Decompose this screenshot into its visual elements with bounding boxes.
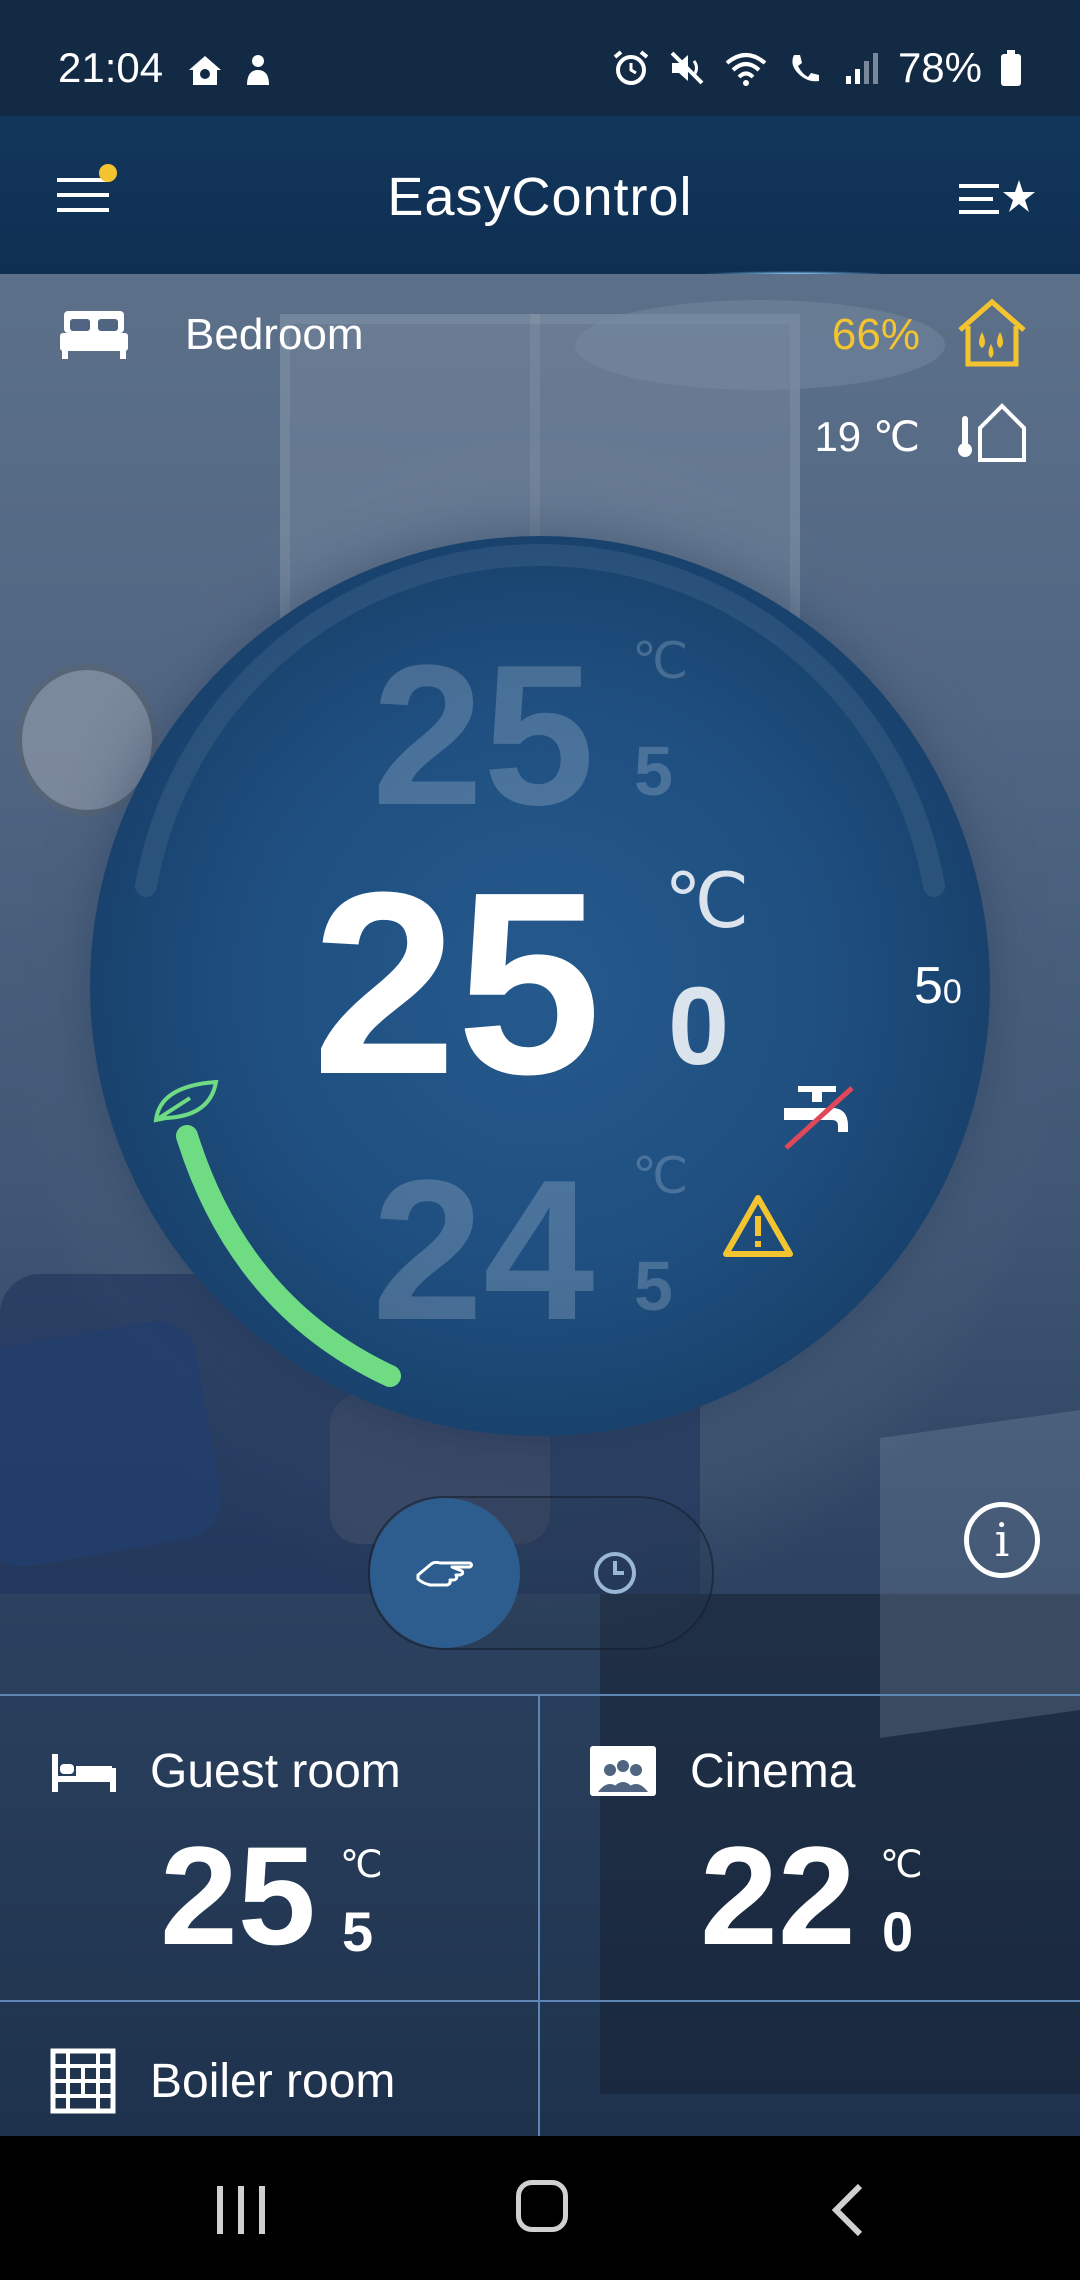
room-tile-cinema[interactable]: Cinema 22 ℃ 0 [540,1696,1080,2000]
temp-above-dec: 5 [634,732,673,810]
hand-icon [416,1560,473,1587]
home-button-icon[interactable] [516,2180,568,2232]
mute-icon [670,51,704,85]
humidity-house-icon [958,298,1026,367]
eco-arc [176,1125,401,1387]
clock-icon[interactable] [592,1550,638,1596]
room-tile-guest-room[interactable]: Guest room 25 ℃ 5 [0,1696,536,2000]
outdoor-temperature: 19 ℃ [814,413,920,460]
temperature-below[interactable]: 24 ℃ 5 [372,1151,712,1351]
back-icon[interactable] [828,2182,868,2238]
favorites-list-icon [959,180,1035,214]
tap-off-icon[interactable] [778,1082,856,1154]
wifi-call-icon [792,55,819,82]
info-button[interactable]: i [964,1502,1040,1578]
room-tile-boiler-room[interactable]: Boiler room [0,2002,536,2136]
room-tile-temp-dec: 0 [882,1900,914,1963]
room-tile-temp-unit: ℃ [880,1844,923,1886]
battery-icon [1001,50,1021,86]
warning-icon[interactable] [722,1194,794,1258]
battery-percentage: 78% [897,44,982,91]
room-tile-temp-dec: 5 [342,1900,374,1963]
main-content: Bedroom 66% 19 ℃ 25 ℃ 5 25 ℃ 0 24 ℃ 5 50… [0,274,1080,2136]
info-icon: i [994,1513,1010,1567]
alarm-icon [613,50,649,85]
bed-icon [60,311,128,359]
cinema-group-icon [590,1746,656,1796]
status-time: 21:04 [58,44,164,91]
side-value-dec: 0 [942,973,962,1011]
notification-person-icon [247,55,269,85]
humidity-value: 66% [831,310,920,359]
room-tile-temp-int: 22 [700,1817,856,1974]
room-name: Bedroom [185,310,364,359]
smart-home-icon [189,56,221,85]
temp-current-unit: ℃ [664,859,750,944]
background-laptop [880,1409,1080,1739]
app-title: EasyControl [387,167,693,227]
temperature-current: 25 ℃ 0 [312,839,749,1129]
bed-icon [52,1754,116,1792]
mode-toggle[interactable] [368,1496,714,1650]
temp-below-dec: 5 [634,1247,673,1325]
recent-apps-icon[interactable] [213,2182,269,2238]
side-value: 50 [914,956,962,1016]
manual-mode-button[interactable] [370,1498,520,1648]
favorites-button[interactable] [957,174,1035,224]
navigation-bar [0,2136,1080,2280]
temperature-above[interactable]: 25 ℃ 5 [372,636,712,836]
room-tile-name: Guest room [150,1745,401,1798]
temp-above-unit: ℃ [632,633,689,689]
signal-icon [845,53,878,84]
room-tile-temp-unit: ℃ [340,1844,383,1886]
room-tile-name: Boiler room [150,2055,396,2108]
side-value-int: 5 [914,957,943,1015]
temp-current-dec: 0 [668,965,730,1088]
room-tile-name: Cinema [690,1745,856,1798]
temp-below-unit: ℃ [632,1148,689,1204]
status-bar: 21:04 78% [0,0,1080,116]
wifi-icon [725,53,767,86]
boiler-grid-icon [50,2048,116,2114]
temp-current-int: 25 [312,839,602,1129]
thermometer-house-icon [958,403,1026,462]
temp-below-int: 24 [372,1139,595,1362]
app-bar: EasyControl [0,116,1080,277]
temperature-dial[interactable]: 25 ℃ 5 25 ℃ 0 24 ℃ 5 50 [90,536,990,1436]
temp-above-int: 25 [372,624,595,847]
leaf-icon [153,1079,219,1123]
room-tile-temp-int: 25 [160,1817,316,1974]
